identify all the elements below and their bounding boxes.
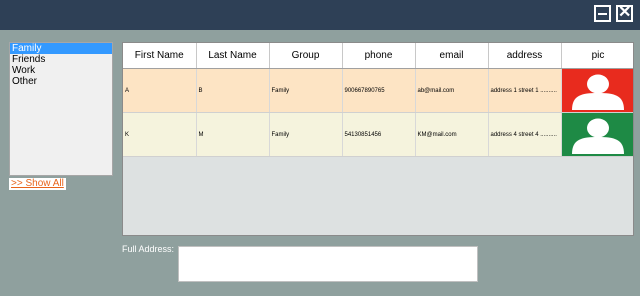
header-row: First Name Last Name Group phone email a… <box>123 43 633 69</box>
cell-last-name[interactable]: M <box>196 112 270 157</box>
close-button[interactable]: ✕ <box>616 4 633 22</box>
group-item[interactable]: Friends <box>10 54 112 65</box>
full-address-label: Full Address: <box>122 244 175 254</box>
group-listbox[interactable]: Family Friends Work Other <box>9 42 113 176</box>
cell-phone[interactable]: 54130851456 <box>342 112 416 157</box>
cell-first-name[interactable]: K <box>123 112 197 157</box>
cell-first-name[interactable]: A <box>123 68 197 113</box>
contacts-grid[interactable]: First Name Last Name Group phone email a… <box>122 42 634 236</box>
user-avatar-icon <box>562 113 633 156</box>
full-address-field[interactable] <box>178 246 478 282</box>
column-header-phone[interactable]: phone <box>342 43 416 69</box>
show-all-link[interactable]: >> Show All <box>9 178 66 190</box>
cell-group[interactable]: Family <box>269 68 343 113</box>
group-item[interactable]: Family <box>10 43 112 54</box>
cell-address[interactable]: address 4 street 4 .......... <box>488 112 562 157</box>
column-header-group[interactable]: Group <box>269 43 343 69</box>
cell-address[interactable]: address 1 street 1 .......... <box>488 68 562 113</box>
column-header-first-name[interactable]: First Name <box>123 43 197 69</box>
title-bar: ✕ <box>0 0 640 30</box>
cell-pic[interactable] <box>561 112 633 157</box>
cell-email[interactable]: KM@mail.com <box>415 112 489 157</box>
column-header-pic[interactable]: pic <box>561 43 633 69</box>
cell-group[interactable]: Family <box>269 112 343 157</box>
cell-phone[interactable]: 900667890765 <box>342 68 416 113</box>
cell-email[interactable]: ab@mail.com <box>415 68 489 113</box>
close-icon: ✕ <box>618 4 632 21</box>
group-item[interactable]: Other <box>10 76 112 87</box>
cell-last-name[interactable]: B <box>196 68 270 113</box>
group-item[interactable]: Work <box>10 65 112 76</box>
table-row[interactable]: K M Family 54130851456 KM@mail.com addre… <box>123 112 633 157</box>
minimize-button[interactable] <box>594 5 611 22</box>
column-header-last-name[interactable]: Last Name <box>196 43 270 69</box>
user-avatar-icon <box>562 69 633 112</box>
column-header-address[interactable]: address <box>488 43 562 69</box>
table-row[interactable]: A B Family 900667890765 ab@mail.com addr… <box>123 68 633 113</box>
column-header-email[interactable]: email <box>415 43 489 69</box>
cell-pic[interactable] <box>561 68 633 113</box>
